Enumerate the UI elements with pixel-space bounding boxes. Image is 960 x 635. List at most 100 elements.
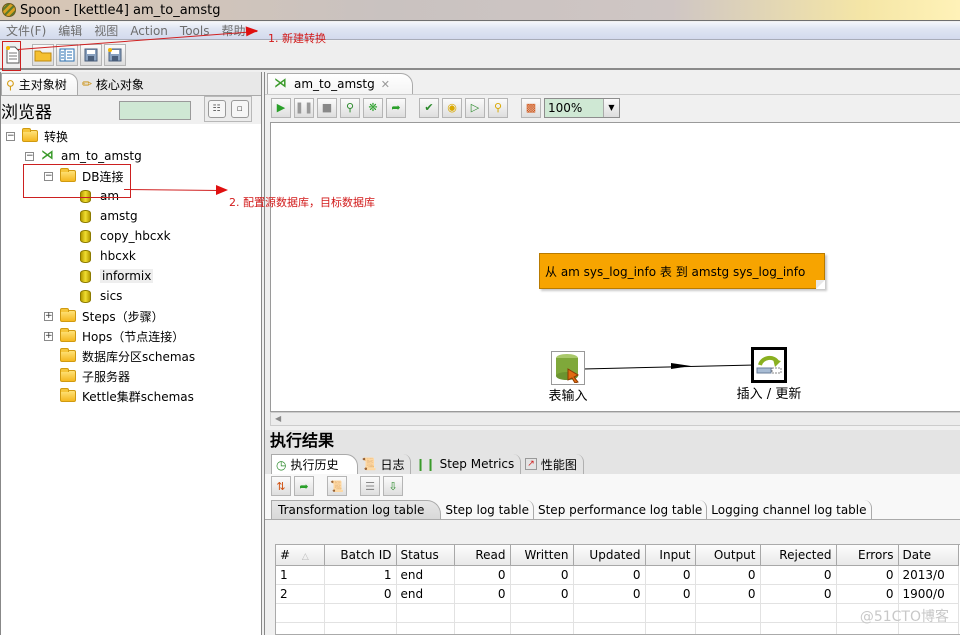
tree-node-connection[interactable]: copy_hbcxk [1, 226, 261, 246]
show-log-button[interactable]: ☰ [360, 476, 380, 496]
cell-index: 1 [276, 565, 325, 585]
watermark: @51CTO博客 [859, 609, 949, 625]
tree-buttons: ☷ ▫ [204, 96, 252, 122]
export-log-button[interactable]: ⇩ [383, 476, 403, 496]
tab-label: 核心对象 [95, 77, 144, 92]
column-header-read[interactable]: Read [454, 545, 511, 566]
column-header-batch-id[interactable]: Batch ID [324, 545, 397, 566]
cell-input: 0 [645, 565, 696, 585]
tab-transformation-log-table[interactable]: Transformation log table [271, 500, 442, 519]
open-folder-icon [34, 50, 52, 61]
tree-filter-input[interactable] [119, 101, 191, 120]
collapse-toggle[interactable]: − [25, 151, 34, 161]
clear-log-button[interactable]: 📜 [327, 476, 347, 496]
tab-step-metrics[interactable]: ❙❙ Step Metrics [411, 454, 522, 474]
tab-performance-graph[interactable]: ↗ 性能图 [521, 454, 584, 474]
grid-icon: ▩ [525, 101, 537, 114]
tab-label: 日志 [380, 457, 405, 472]
cell-output: 0 [695, 584, 761, 604]
database-icon [80, 269, 91, 283]
cell-read: 0 [454, 584, 511, 604]
hop-arrow-icon [671, 363, 691, 369]
browser-header: 浏览器 ☷ ▫ [1, 96, 261, 124]
tree-node-connection[interactable]: hbcxk [1, 246, 261, 266]
tree-node-connection[interactable]: amstg [1, 206, 261, 226]
tree-node-transformations[interactable]: − 转换 [1, 126, 261, 146]
tree-node-connection[interactable]: informix [1, 266, 261, 286]
align-button[interactable]: ▩ [521, 97, 541, 118]
expand-all-button[interactable]: ☷ [207, 100, 226, 118]
tab-core-objects[interactable]: ✏ 核心对象 [78, 73, 154, 95]
column-header-updated[interactable]: Updated [573, 545, 646, 566]
stop-button[interactable]: ■ [317, 97, 337, 118]
menu-view[interactable]: 视图 [88, 22, 124, 40]
zoom-select[interactable]: 100% ▼ [544, 97, 620, 118]
tree-node-slave-servers[interactable]: 子服务器 [1, 366, 261, 386]
tab-execution-history[interactable]: ◷ 执行历史 [271, 454, 358, 474]
column-header-date[interactable]: Date [898, 545, 959, 566]
sql-button[interactable]: ▷ [465, 97, 485, 118]
menu-edit[interactable]: 编辑 [52, 22, 88, 40]
refresh-history-button[interactable]: ⇅ [271, 476, 291, 496]
tree-expand-icon: ☷ [212, 104, 221, 114]
close-tab-icon[interactable]: ✕ [381, 78, 390, 91]
tab-main-tree[interactable]: ⚲ 主对象树 [1, 73, 78, 95]
tab-logging-channel-log-table[interactable]: Logging channel log table [707, 500, 872, 519]
column-header-index[interactable]: # △ [276, 545, 325, 566]
column-header-output[interactable]: Output [695, 545, 761, 566]
log-table-tabs: Transformation log table Step log table … [265, 498, 960, 520]
folder-icon [60, 308, 76, 322]
tree-node-hops[interactable]: + Hops（节点连接） [1, 326, 261, 346]
replay-history-button[interactable]: ➦ [294, 476, 314, 496]
column-header-input[interactable]: Input [645, 545, 696, 566]
debug-button[interactable]: ❋ [363, 97, 383, 118]
step-table-input[interactable]: 表输入 [533, 351, 603, 404]
database-icon [80, 289, 91, 303]
tree-node-transformation[interactable]: − ⋊ am_to_amstg [1, 146, 261, 166]
explore-db-button[interactable]: ⚲ [488, 97, 508, 118]
column-header-written[interactable]: Written [510, 545, 574, 566]
tab-step-performance-log-table[interactable]: Step performance log table [534, 500, 708, 519]
tree-node-connection[interactable]: sics [1, 286, 261, 306]
save-button[interactable] [80, 43, 102, 66]
step-insert-update[interactable]: 插入 / 更新 [729, 347, 809, 402]
preview-button[interactable]: ⚲ [340, 97, 360, 118]
bug-icon: ❋ [368, 101, 378, 114]
impact-button[interactable]: ◉ [442, 97, 462, 118]
pause-button[interactable]: ❚❚ [294, 97, 314, 118]
table-row[interactable]: 2 0 end 0 0 0 0 0 0 0 1900/0 [276, 584, 959, 604]
chevron-down-icon[interactable]: ▼ [603, 98, 619, 117]
scroll-icon: 📜 [361, 457, 377, 471]
tree-label: sics [100, 289, 123, 303]
tree-node-steps[interactable]: + Steps（步骤） [1, 306, 261, 326]
column-header-errors[interactable]: Errors [836, 545, 899, 566]
tree-node-partition-schemas[interactable]: 数据库分区schemas [1, 346, 261, 366]
menu-file[interactable]: 文件(F) [0, 22, 52, 40]
run-button[interactable]: ▶ [271, 97, 291, 118]
replay-button[interactable]: ➦ [386, 97, 406, 118]
verify-button[interactable]: ✔ [419, 97, 439, 118]
transformation-icon: ⋊ [41, 148, 54, 163]
expand-toggle[interactable]: + [44, 311, 53, 321]
column-header-status[interactable]: Status [396, 545, 455, 566]
transformation-canvas[interactable]: 从 am sys_log_info 表 到 amstg sys_log_info… [270, 122, 960, 412]
tree-label: informix [100, 269, 154, 283]
save-as-button[interactable] [104, 43, 126, 66]
tab-log[interactable]: 📜 日志 [358, 454, 412, 474]
right-panel: ⋊ am_to_amstg ✕ ▶ ❚❚ ■ ⚲ ❋ ➦ ✔ ◉ ▷ ⚲ ▩ 1… [264, 72, 960, 635]
collapse-toggle[interactable]: − [6, 131, 15, 141]
annotation-step1: 1. 新建转换 [268, 32, 326, 45]
expand-toggle[interactable]: + [44, 331, 53, 341]
tab-step-log-table[interactable]: Step log table [441, 500, 534, 519]
results-tabs: ◷ 执行历史 📜 日志 ❙❙ Step Metrics ↗ 性能图 [265, 452, 960, 474]
zoom-value: 100% [548, 100, 583, 115]
column-header-rejected[interactable]: Rejected [760, 545, 837, 566]
canvas-horizontal-scrollbar[interactable]: ◀ [270, 412, 960, 426]
tree-node-cluster-schemas[interactable]: Kettle集群schemas [1, 386, 261, 406]
collapse-all-button[interactable]: ▫ [230, 100, 249, 118]
folder-icon [22, 128, 38, 142]
tab-transformation[interactable]: ⋊ am_to_amstg ✕ [267, 73, 413, 94]
table-row-empty [276, 622, 959, 634]
footsteps-icon: ❙❙ [415, 457, 436, 471]
table-row[interactable]: 1 1 end 0 0 0 0 0 0 0 2013/0 [276, 565, 959, 585]
